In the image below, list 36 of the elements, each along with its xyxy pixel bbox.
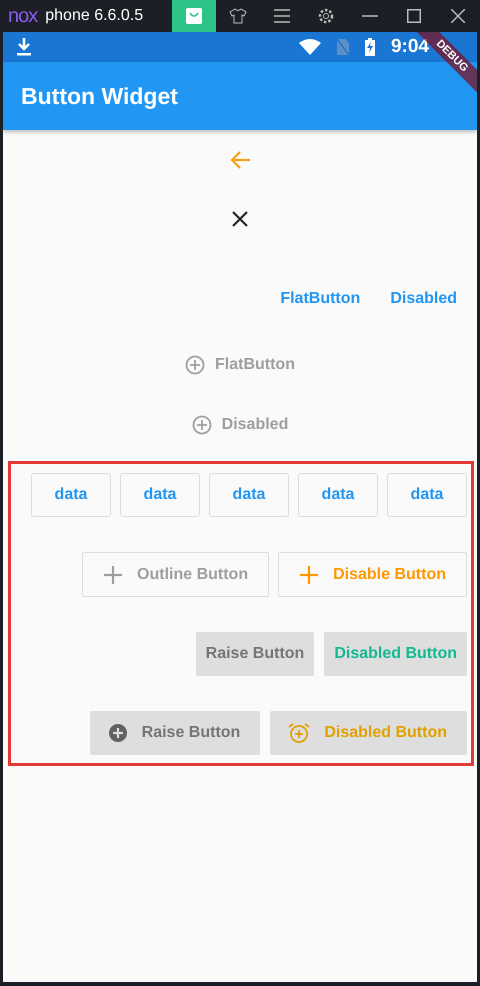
outlined-button[interactable]: data — [298, 473, 378, 517]
text-button[interactable]: Disabled — [382, 279, 465, 319]
add-circle-icon — [192, 415, 212, 435]
wifi-icon — [298, 39, 321, 55]
window-title: phone 6.6.0.5 — [45, 6, 144, 26]
maximize-icon — [407, 9, 421, 23]
plus-icon — [103, 564, 124, 584]
outlined-button[interactable]: data — [209, 473, 289, 517]
battery-icon — [364, 38, 375, 56]
outlined-button[interactable]: data — [31, 473, 111, 517]
text-button[interactable]: FlatButton — [272, 279, 368, 319]
store-bag-icon — [186, 8, 202, 24]
alarm-add-icon — [288, 722, 310, 744]
raised-button[interactable]: Raise Button — [196, 632, 314, 676]
menu-icon — [274, 9, 290, 23]
no-sim-icon — [336, 39, 349, 55]
add-circle-icon — [185, 355, 205, 375]
app-bar-title: Button Widget — [21, 82, 178, 111]
minimize-icon — [362, 15, 378, 17]
icon-text-button[interactable]: Disabled — [184, 407, 296, 443]
download-icon — [17, 38, 31, 56]
plus-icon — [299, 564, 320, 584]
outlined-button[interactable]: Outline Button — [82, 552, 270, 597]
emulator-logo: nox — [8, 4, 38, 29]
icon-text-button[interactable]: FlatButton — [177, 347, 303, 383]
outlined-button[interactable]: data — [387, 473, 467, 517]
add-circle-icon — [108, 723, 128, 743]
outlined-button[interactable]: data — [120, 473, 200, 517]
raised-button[interactable]: Disabled Button — [270, 711, 467, 755]
raised-button[interactable]: Disabled Button — [324, 632, 467, 676]
raised-button[interactable]: Raise Button — [90, 711, 260, 755]
settings-icon — [318, 8, 334, 24]
close-icon — [451, 9, 465, 23]
status-time: 9:04 — [390, 34, 429, 59]
shirt-icon — [229, 8, 247, 24]
outlined-button[interactable]: Disable Button — [278, 552, 467, 597]
